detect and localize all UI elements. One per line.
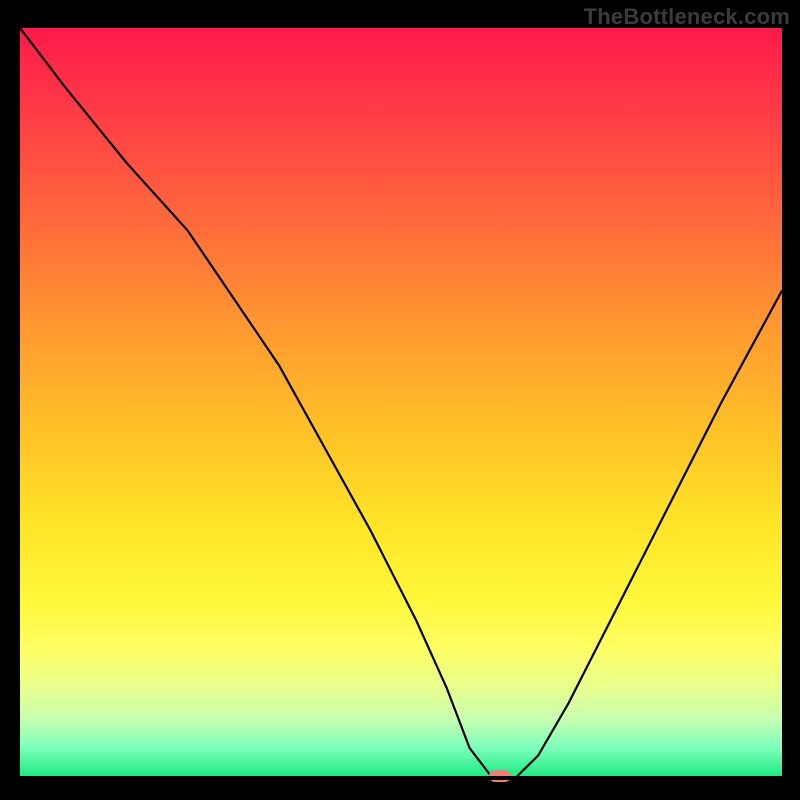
bottleneck-curve [20, 28, 782, 778]
watermark-text: TheBottleneck.com [584, 4, 790, 30]
chart-frame: TheBottleneck.com [0, 0, 800, 800]
y-axis [16, 28, 20, 780]
x-axis [16, 776, 784, 780]
plot-area [20, 28, 782, 778]
